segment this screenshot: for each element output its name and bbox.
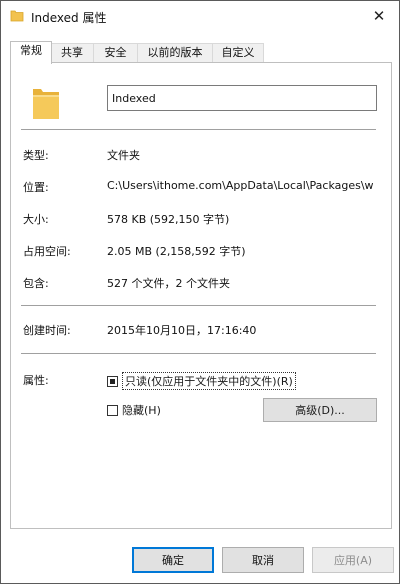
tab-customize[interactable]: 自定义	[212, 43, 264, 63]
size-value: 578 KB (592,150 字节)	[107, 213, 230, 226]
folder-name-input[interactable]	[107, 85, 377, 111]
location-label: 位置:	[23, 181, 49, 194]
separator	[21, 353, 376, 354]
hidden-checkbox[interactable]	[107, 404, 118, 416]
created-value: 2015年10月10日，17:16:40	[107, 324, 257, 337]
type-value: 文件夹	[107, 149, 140, 162]
title-bar[interactable]: Indexed 属性 ✕	[1, 1, 399, 31]
tab-previous-versions[interactable]: 以前的版本	[137, 43, 213, 63]
advanced-button[interactable]: 高级(D)...	[263, 398, 377, 422]
separator	[21, 129, 376, 130]
separator	[21, 305, 376, 306]
readonly-option[interactable]: 只读(仅应用于文件夹中的文件)(R)	[107, 372, 296, 390]
hidden-option[interactable]: 隐藏(H)	[107, 402, 161, 418]
disk-size-label: 占用空间:	[23, 245, 71, 258]
created-label: 创建时间:	[23, 324, 71, 337]
ok-button[interactable]: 确定	[132, 547, 214, 573]
hidden-label[interactable]: 隐藏(H)	[122, 402, 161, 418]
size-label: 大小:	[23, 213, 49, 226]
general-panel: 类型: 文件夹 位置: C:\Users\ithome.com\AppData\…	[10, 62, 392, 529]
properties-window: Indexed 属性 ✕ 常规 共享 安全 以前的版本 自定义 类型: 文件夹 …	[0, 0, 400, 584]
contains-label: 包含:	[23, 277, 49, 290]
apply-button[interactable]: 应用(A)	[312, 547, 394, 573]
tab-sharing[interactable]: 共享	[50, 43, 94, 63]
disk-size-value: 2.05 MB (2,158,592 字节)	[107, 245, 246, 258]
attributes-label: 属性:	[23, 374, 49, 387]
folder-icon	[33, 89, 59, 119]
window-title: Indexed 属性	[31, 11, 107, 25]
location-value: C:\Users\ithome.com\AppData\Local\Packag…	[107, 179, 374, 192]
tab-general[interactable]: 常规	[10, 41, 52, 64]
contains-value: 527 个文件，2 个文件夹	[107, 277, 230, 290]
close-icon[interactable]: ✕	[359, 1, 399, 31]
cancel-button[interactable]: 取消	[222, 547, 304, 573]
readonly-checkbox[interactable]	[107, 375, 118, 387]
type-label: 类型:	[23, 149, 49, 162]
folder-icon	[10, 10, 24, 22]
readonly-label[interactable]: 只读(仅应用于文件夹中的文件)(R)	[122, 372, 296, 390]
tab-security[interactable]: 安全	[93, 43, 138, 63]
